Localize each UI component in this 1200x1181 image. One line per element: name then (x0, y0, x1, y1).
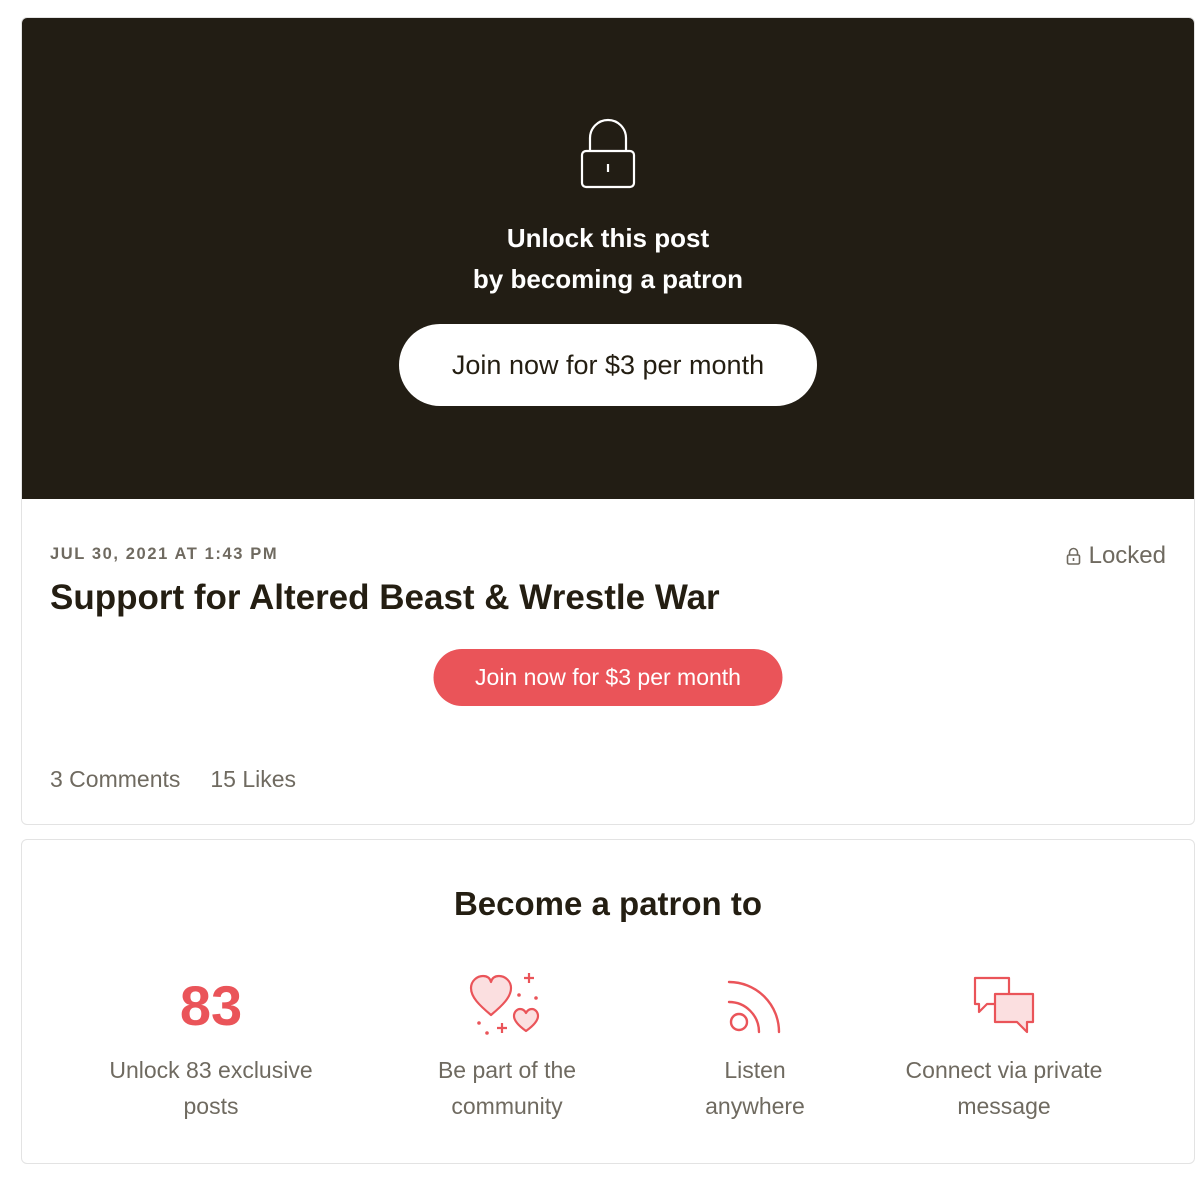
chat-bubbles-icon (973, 976, 1035, 1034)
unlock-line-1: Unlock this post (506, 223, 710, 253)
post-stats: 3 Comments 15 Likes (50, 766, 296, 793)
benefit-label-line: Connect via private (905, 1057, 1103, 1083)
benefit-label: Listen anywhere (625, 1052, 885, 1124)
post-card: Unlock this post by becoming a patron Jo… (21, 17, 1195, 825)
benefit-label: Be part of the community (377, 1052, 637, 1124)
benefits-title: Become a patron to (453, 885, 763, 922)
locked-label: Locked (1088, 542, 1166, 569)
benefit-listen: Listen anywhere (625, 968, 885, 1124)
locked-status: Locked (1066, 542, 1166, 570)
benefits-card: Become a patron to 83 Unlock 83 exclusiv… (21, 839, 1195, 1164)
lock-icon (580, 118, 636, 189)
benefit-private-message: Connect via private message (874, 968, 1134, 1124)
benefit-community: Be part of the community (377, 968, 637, 1124)
unlock-line-2: by becoming a patron (472, 264, 744, 294)
benefit-exclusive-posts: 83 Unlock 83 exclusive posts (81, 968, 341, 1124)
unlock-message: Unlock this post by becoming a patron (22, 218, 1194, 300)
small-lock-icon (1066, 547, 1080, 565)
benefit-label-line: message (957, 1093, 1051, 1119)
benefit-label-line: anywhere (705, 1093, 805, 1119)
locked-hero: Unlock this post by becoming a patron Jo… (22, 18, 1194, 499)
post-join-button[interactable]: Join now for $3 per month (433, 649, 783, 706)
post-title[interactable]: Support for Altered Beast & Wrestle War (50, 578, 720, 618)
hearts-icon (469, 973, 540, 1035)
benefit-label-line: Unlock 83 exclusive (109, 1057, 313, 1083)
benefit-label-line: community (451, 1093, 563, 1119)
hero-join-button[interactable]: Join now for $3 per month (399, 324, 817, 406)
benefit-label: Connect via private message (874, 1052, 1134, 1124)
comments-count[interactable]: 3 Comments (50, 766, 180, 793)
benefit-label: Unlock 83 exclusive posts (81, 1052, 341, 1124)
post-date: JUL 30, 2021 AT 1:43 PM (50, 545, 279, 563)
exclusive-posts-count: 83 (179, 974, 243, 1037)
likes-count[interactable]: 15 Likes (210, 766, 296, 793)
rss-icon (727, 980, 781, 1034)
benefit-label-line: Be part of the (437, 1057, 577, 1083)
benefit-label-line: Listen (724, 1057, 786, 1083)
benefit-label-line: posts (183, 1093, 239, 1119)
